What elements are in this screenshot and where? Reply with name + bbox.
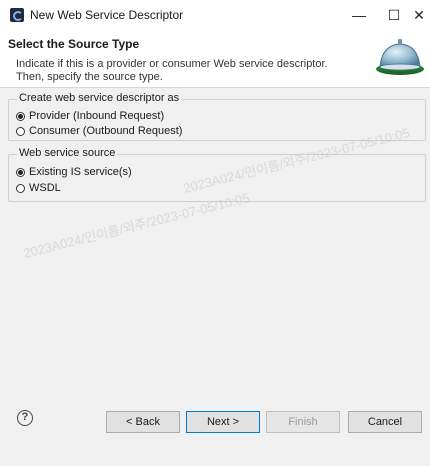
radio-consumer-label: Consumer (Outbound Request) [29,125,183,137]
radio-existing-is-service[interactable]: Existing IS service(s) [16,165,132,179]
page-description: Indicate if this is a provider or consum… [16,58,328,83]
radio-checked-icon[interactable] [16,111,25,121]
back-button[interactable]: < Back [106,411,180,433]
radio-unchecked-icon[interactable] [16,183,25,193]
descriptor-type-group: Create web service descriptor as Provide… [8,92,426,141]
radio-wsdl-label: WSDL [29,182,61,194]
descriptor-type-label: Create web service descriptor as [17,92,182,104]
page-title: Select the Source Type [8,37,140,51]
web-service-source-group: Web service source Existing IS service(s… [8,147,426,202]
wizard-banner: Select the Source Type Indicate if this … [0,31,430,88]
radio-checked-icon[interactable] [16,167,25,177]
radio-unchecked-icon[interactable] [16,126,25,136]
window-title: New Web Service Descriptor [30,8,184,22]
next-button[interactable]: Next > [186,411,260,433]
app-icon [10,8,24,22]
radio-provider[interactable]: Provider (Inbound Request) [16,109,164,123]
cancel-button[interactable]: Cancel [348,411,422,433]
service-bell-icon [376,39,424,75]
help-icon[interactable]: ? [17,410,33,426]
radio-existing-label: Existing IS service(s) [29,166,132,178]
close-icon[interactable]: ✕ [408,4,430,26]
radio-provider-label: Provider (Inbound Request) [29,110,165,122]
radio-wsdl[interactable]: WSDL [16,181,61,195]
web-service-source-label: Web service source [17,147,118,159]
finish-button[interactable]: Finish [266,411,340,433]
title-bar: New Web Service Descriptor — ☐ ✕ [0,0,430,31]
radio-consumer[interactable]: Consumer (Outbound Request) [16,124,182,138]
